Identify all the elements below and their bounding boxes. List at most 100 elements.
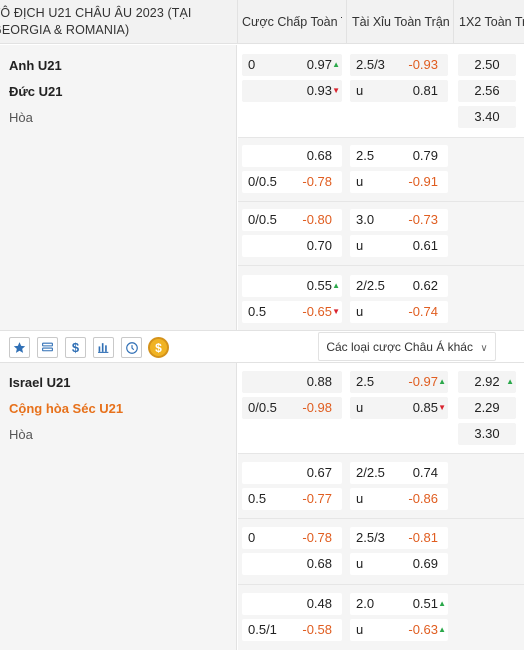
- divider: [346, 0, 347, 44]
- odds-value: -0.97: [408, 374, 438, 389]
- total-under-cell[interactable]: u 0.85 ▼: [350, 397, 448, 419]
- draw-label: Hòa: [9, 110, 33, 125]
- total-over-cell[interactable]: 2.5 0.79: [350, 145, 448, 167]
- more-asian-bets-button[interactable]: Các loại cược Châu Á khác ∨: [318, 332, 496, 361]
- match1-alt-line-1: 0.68 0/0.5 -0.78 2.5 0.79 u -0.91: [238, 137, 524, 201]
- total-under-cell[interactable]: u -0.91: [350, 171, 448, 193]
- bar-chart-icon[interactable]: [93, 337, 114, 358]
- total-under-cell[interactable]: u -0.86: [350, 488, 448, 510]
- handicap-line: 0.5: [248, 304, 267, 319]
- match-toolbar: $ $ Các loại cược Châu Á khác ∨: [0, 330, 524, 363]
- away-team[interactable]: Đức U21: [9, 84, 63, 99]
- total-over-cell[interactable]: 2/2.5 0.74: [350, 462, 448, 484]
- odds-value: -0.80: [302, 212, 332, 227]
- handicap-home-cell[interactable]: 0.68: [242, 145, 342, 167]
- home-team[interactable]: Anh U21: [9, 58, 62, 73]
- handicap-home-cell[interactable]: 0.48: [242, 593, 342, 615]
- match2-alt-line-3: 0.48 0.5/1 -0.58 2.0 0.51 ▲ u -0.63 ▲: [238, 584, 524, 650]
- handicap-line: 0.5: [248, 491, 267, 506]
- match1-main-odds: 0 0.97 ▲ 0.93 ▼ 2.5/3 -0.93 u 0.81 2.50 …: [238, 45, 524, 137]
- home-team[interactable]: Israel U21: [9, 375, 70, 390]
- odds-value: -0.86: [408, 491, 438, 506]
- odds-value: 0.88: [306, 374, 332, 389]
- divider: [237, 0, 238, 44]
- odds-value: -0.74: [408, 304, 438, 319]
- odds-value: -0.91: [408, 174, 438, 189]
- star-icon[interactable]: [9, 337, 30, 358]
- col-handicap-header[interactable]: Cược Chấp Toàn Trận: [242, 0, 342, 44]
- arrow-up-icon: ▲: [438, 625, 446, 634]
- odds-value: 0.48: [306, 596, 332, 611]
- x2-away-cell[interactable]: 2.29: [458, 397, 516, 419]
- match1-teams: Anh U21 Đức U21 Hòa: [0, 45, 237, 330]
- odds-value: -0.81: [408, 530, 438, 545]
- col-total-header[interactable]: Tài Xỉu Toàn Trận: [352, 0, 450, 44]
- odds-value: 0.70: [306, 238, 332, 253]
- x2-draw-cell[interactable]: 3.30: [458, 423, 516, 445]
- dollar-icon[interactable]: $: [65, 337, 86, 358]
- chevron-down-icon: ∨: [480, 343, 488, 354]
- x2-home-cell[interactable]: 2.92 ▲: [458, 371, 516, 393]
- total-over-cell[interactable]: 2.5 -0.97 ▲: [350, 371, 448, 393]
- total-over-cell[interactable]: 2.5/3 -0.93: [350, 54, 448, 76]
- handicap-home-cell[interactable]: 0.88: [242, 371, 342, 393]
- total-under-cell[interactable]: u -0.63 ▲: [350, 619, 448, 641]
- handicap-home-cell[interactable]: 0/0.5 -0.80: [242, 209, 342, 231]
- x2-home-cell[interactable]: 2.50: [458, 54, 516, 76]
- total-over-cell[interactable]: 2/2.5 0.62: [350, 275, 448, 297]
- under-label: u: [356, 556, 364, 571]
- odds-value: 2.92: [474, 374, 500, 389]
- coin-icon[interactable]: $: [148, 337, 169, 358]
- odds-value: -0.77: [302, 491, 332, 506]
- odds-value: 0.85: [412, 400, 438, 415]
- list-icon[interactable]: [37, 337, 58, 358]
- odds-value: -0.78: [302, 530, 332, 545]
- total-line: 2.5/3: [356, 57, 385, 72]
- odds-value: 0.55: [306, 278, 332, 293]
- odds-value: 0.69: [412, 556, 438, 571]
- handicap-away-cell[interactable]: 0.68: [242, 553, 342, 575]
- total-line: 2/2.5: [356, 278, 385, 293]
- total-over-cell[interactable]: 3.0 -0.73: [350, 209, 448, 231]
- divider: [453, 0, 454, 44]
- total-under-cell[interactable]: u 0.81: [350, 80, 448, 102]
- odds-value: -0.98: [302, 400, 332, 415]
- handicap-line: 0.5/1: [248, 622, 277, 637]
- match2-teams: Israel U21 Cộng hòa Séc U21 Hòa: [0, 363, 237, 650]
- odds-value: -0.63: [408, 622, 438, 637]
- total-under-cell[interactable]: u -0.74: [350, 301, 448, 323]
- handicap-home-cell[interactable]: 0.55 ▲: [242, 275, 342, 297]
- handicap-away-cell[interactable]: 0.70: [242, 235, 342, 257]
- total-over-cell[interactable]: 2.0 0.51 ▲: [350, 593, 448, 615]
- clock-icon[interactable]: [121, 337, 142, 358]
- draw-label: Hòa: [9, 427, 33, 442]
- col-1x2-header[interactable]: 1X2 Toàn Trận: [459, 0, 524, 44]
- handicap-away-cell[interactable]: 0.5 -0.65 ▼: [242, 301, 342, 323]
- total-under-cell[interactable]: u 0.61: [350, 235, 448, 257]
- match2-alt-line-1: 0.67 0.5 -0.77 2/2.5 0.74 u -0.86: [238, 453, 524, 518]
- odds-value: -0.73: [408, 212, 438, 227]
- handicap-away-cell[interactable]: 0.5 -0.77: [242, 488, 342, 510]
- handicap-away-cell[interactable]: 0.5/1 -0.58: [242, 619, 342, 641]
- total-line: 2/2.5: [356, 465, 385, 480]
- under-label: u: [356, 304, 364, 319]
- total-over-cell[interactable]: 2.5/3 -0.81: [350, 527, 448, 549]
- odds-value: 0.67: [306, 465, 332, 480]
- handicap-home-cell[interactable]: 0 0.97 ▲: [242, 54, 342, 76]
- odds-value: 0.81: [412, 83, 438, 98]
- handicap-away-cell[interactable]: 0/0.5 -0.98: [242, 397, 342, 419]
- away-team[interactable]: Cộng hòa Séc U21: [9, 401, 123, 416]
- arrow-up-icon: ▲: [332, 60, 340, 69]
- x2-draw-cell[interactable]: 3.40: [458, 106, 516, 128]
- table-header: VÔ ĐỊCH U21 CHÂU ÂU 2023 (TẠI GEORGIA & …: [0, 0, 524, 44]
- handicap-away-cell[interactable]: 0.93 ▼: [242, 80, 342, 102]
- arrow-down-icon: ▼: [438, 403, 446, 412]
- total-line: 3.0: [356, 212, 375, 227]
- under-label: u: [356, 238, 364, 253]
- x2-away-cell[interactable]: 2.56: [458, 80, 516, 102]
- handicap-home-cell[interactable]: 0 -0.78: [242, 527, 342, 549]
- handicap-line: 0/0.5: [248, 400, 277, 415]
- handicap-home-cell[interactable]: 0.67: [242, 462, 342, 484]
- handicap-away-cell[interactable]: 0/0.5 -0.78: [242, 171, 342, 193]
- total-under-cell[interactable]: u 0.69: [350, 553, 448, 575]
